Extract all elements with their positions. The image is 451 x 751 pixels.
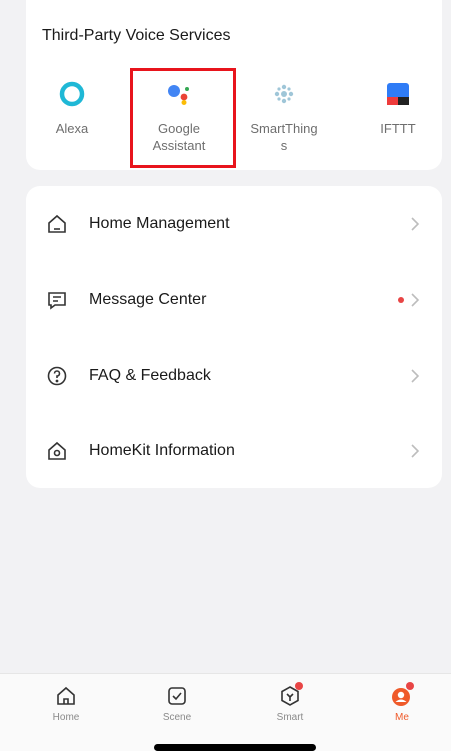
alexa-icon: [56, 78, 88, 110]
chevron-right-icon: [410, 444, 420, 458]
tab-label: Home: [52, 712, 80, 723]
ifttt-icon: [382, 78, 414, 110]
menu-item-label: FAQ & Feedback: [89, 367, 211, 384]
menu-item-label: Message Center: [89, 291, 207, 308]
tab-me[interactable]: Me: [372, 682, 432, 723]
tab-label: Scene: [162, 712, 192, 723]
home-tab-icon: [54, 684, 78, 708]
menu-item-home-management[interactable]: Home Management: [26, 194, 442, 254]
tab-label: Smart: [276, 712, 304, 723]
me-tab-icon: [390, 682, 414, 708]
unread-badge: [398, 297, 404, 303]
tab-home[interactable]: Home: [36, 684, 96, 723]
question-icon: [46, 365, 68, 387]
service-ifttt[interactable]: IFTTT: [356, 78, 440, 137]
service-label: SmartThings: [250, 121, 318, 153]
tab-smart[interactable]: Smart: [260, 682, 320, 723]
scene-tab-icon: [165, 684, 189, 708]
menu-item-label: Home Management: [89, 215, 230, 232]
menu-item-homekit-information[interactable]: HomeKit Information: [26, 421, 442, 481]
smart-badge: [295, 682, 303, 690]
menu-item-message-center[interactable]: Message Center: [26, 270, 442, 330]
service-label: IFTTT: [380, 121, 416, 136]
service-smartthings[interactable]: SmartThings: [242, 78, 326, 154]
service-label: Alexa: [55, 121, 89, 136]
tab-scene[interactable]: Scene: [147, 684, 207, 723]
smart-tab-icon: [278, 682, 303, 708]
home-indicator: [154, 744, 316, 751]
chevron-right-icon: [410, 293, 420, 307]
bottom-tab-bar: Home Scene Smart Me: [0, 673, 451, 751]
menu-card: Home Management Message Center FAQ & Fee…: [26, 186, 442, 488]
me-screen: Third-Party Voice Services Alexa Google …: [0, 0, 451, 751]
tab-label: Me: [395, 712, 409, 723]
highlight-box: [130, 68, 236, 168]
chevron-right-icon: [410, 369, 420, 383]
homekit-icon: [46, 440, 68, 462]
smartthings-icon: [268, 78, 300, 110]
chevron-right-icon: [410, 217, 420, 231]
message-icon: [46, 289, 68, 311]
menu-item-faq-feedback[interactable]: FAQ & Feedback: [26, 346, 442, 406]
voice-services-title: Third-Party Voice Services: [42, 27, 231, 44]
menu-item-label: HomeKit Information: [89, 442, 235, 459]
service-alexa[interactable]: Alexa: [30, 78, 114, 137]
me-badge: [406, 682, 414, 690]
house-icon: [46, 213, 68, 235]
